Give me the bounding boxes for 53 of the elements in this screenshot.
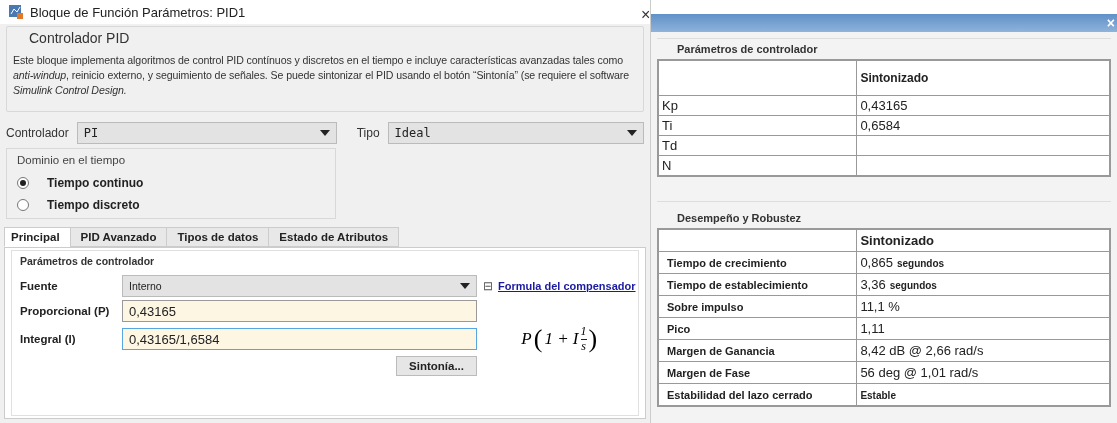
formula-link[interactable]: Formula del compensador <box>498 280 636 293</box>
tab[interactable]: Tipos de datos <box>166 227 270 248</box>
input-field[interactable]: 0,43165/1,6584 <box>122 328 477 351</box>
cell-value: 11,1 % <box>860 299 900 314</box>
cell-value: 1,11 <box>860 321 885 336</box>
collapse-toggle[interactable]: ⊟ <box>483 279 493 294</box>
table-cell: Margen de Fase <box>658 361 857 384</box>
unit-label: segundos <box>889 280 937 291</box>
radio-label: Tiempo discreto <box>47 198 140 213</box>
controller-dropdown[interactable]: PI <box>76 122 337 145</box>
table-cell: Sobre impulso <box>658 295 857 318</box>
tab[interactable]: PID Avanzado <box>69 227 168 248</box>
field-label: Integral (I) <box>20 333 77 346</box>
tab[interactable]: Estado de Atributos <box>268 227 400 248</box>
type-label: Tipo <box>356 126 380 141</box>
group-title: Desempeño y Robustez <box>676 211 803 226</box>
radio-button[interactable] <box>17 177 29 190</box>
caret-icon <box>319 130 330 137</box>
type-dropdown[interactable]: Ideal <box>387 122 644 145</box>
field-label: Proporcional (P) <box>20 305 111 318</box>
table-cell: Kp <box>658 95 857 116</box>
group-title: Parámetros de controlador <box>676 42 819 57</box>
group-title: Dominio en el tiempo <box>17 154 126 167</box>
cell-value: 0,865 <box>860 255 893 270</box>
table-cell: Pico <box>658 317 857 340</box>
parenthesis: ( <box>533 326 543 353</box>
unit-label: segundos <box>896 258 945 269</box>
section-title: Controlador PID <box>28 30 130 46</box>
cell-value: Estable <box>860 390 896 401</box>
controller-label: Controlador <box>6 126 69 141</box>
radio-button[interactable] <box>17 199 29 212</box>
description: Este bloque implementa algoritmos de control PID contínuos y discretos en el tiempo e incluye características avanzadas tales como anti-windup, reinicio externo, y seguimiento de señales. Se puede sintonizar el PID usando el botón “Sintonía” (se requiere el software Simulink Control Design. <box>13 53 631 98</box>
table-cell: Margen de Ganancia <box>658 339 857 362</box>
caret-icon <box>460 283 470 290</box>
table-cell: Tiempo de establecimiento <box>658 273 857 296</box>
tab[interactable]: Principal <box>4 227 71 248</box>
parenthesis: ) <box>588 326 598 353</box>
tune-button[interactable]: Sintonía... <box>396 355 477 376</box>
source-dropdown[interactable]: Interno <box>122 275 477 298</box>
cell-value: 3,36 <box>860 277 886 292</box>
radio-label: Tiempo continuo <box>47 176 144 191</box>
table-cell: Ti <box>658 115 857 136</box>
window-title: Bloque de Función Parámetros: PID1 <box>30 4 246 20</box>
block-icon <box>8 4 24 20</box>
input-field[interactable]: 0,43165 <box>122 300 477 323</box>
table-cell: Td <box>658 135 857 156</box>
caret-icon <box>627 130 637 137</box>
cell-value: 56 deg @ 1,01 rad/s <box>860 365 979 380</box>
table-cell: Tiempo de crecimiento <box>658 251 857 274</box>
field-label: Fuente <box>20 280 59 293</box>
cell-value: 8,42 dB @ 2,66 rad/s <box>860 343 984 358</box>
group-title: Parámetros de controlador <box>20 255 155 268</box>
close-icon[interactable]: × <box>641 6 651 24</box>
